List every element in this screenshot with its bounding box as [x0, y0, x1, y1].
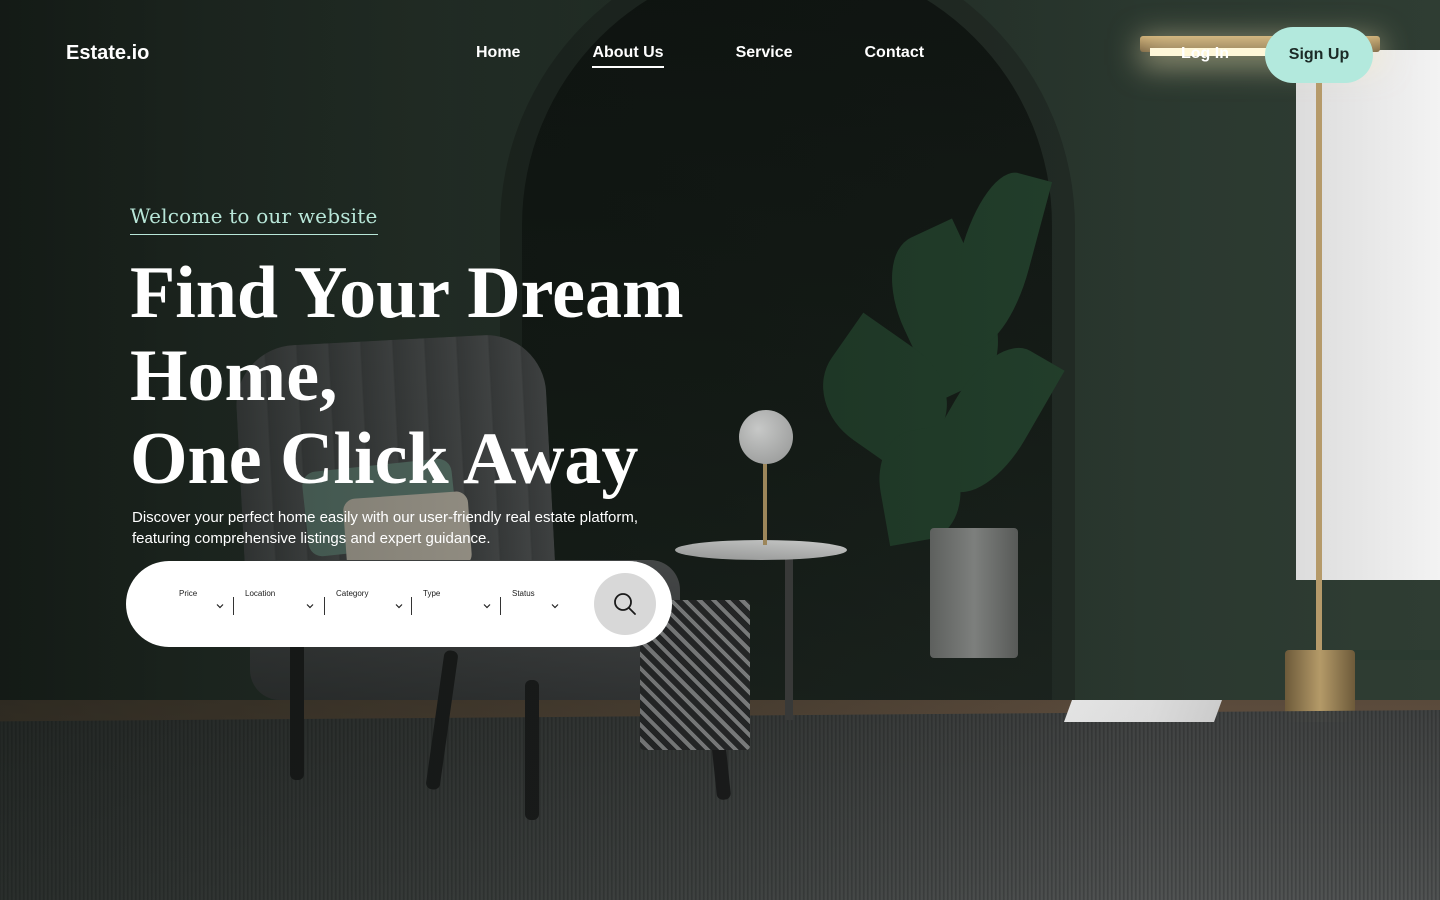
chevron-down-icon	[215, 601, 225, 611]
filter-status[interactable]: Status	[512, 589, 562, 617]
headline-line: One Click Away	[130, 418, 639, 500]
filter-location[interactable]: Location	[245, 589, 317, 617]
headline-line: Find Your Dream	[130, 252, 684, 334]
chevron-down-icon	[394, 601, 404, 611]
filter-divider	[411, 597, 412, 615]
filter-price[interactable]: Price	[179, 589, 225, 617]
site-header: Estate.io Home About Us Service Contact …	[0, 0, 1440, 110]
chevron-down-icon	[550, 601, 560, 611]
filter-type[interactable]: Type	[423, 589, 493, 617]
search-icon	[614, 593, 636, 615]
property-search-bar: Price Location Category Type Status	[126, 561, 672, 647]
hero-subtitle: Discover your perfect home easily with o…	[132, 509, 639, 547]
hero-headline: Find Your Dream Home, One Click Away	[130, 252, 770, 501]
filter-divider	[500, 597, 501, 615]
chevron-down-icon	[482, 601, 492, 611]
welcome-tagline: Welcome to our website	[130, 204, 378, 235]
nav-item-service[interactable]: Service	[736, 44, 793, 68]
search-button[interactable]	[594, 573, 656, 635]
filter-category[interactable]: Category	[336, 589, 406, 617]
filter-label: Type	[423, 589, 441, 598]
filter-divider	[324, 597, 325, 615]
main-nav: Home About Us Service Contact	[476, 44, 996, 68]
nav-item-home[interactable]: Home	[476, 44, 520, 68]
filter-label: Price	[179, 589, 198, 598]
login-link[interactable]: Log In	[1181, 45, 1229, 63]
brand-logo[interactable]: Estate.io	[66, 42, 149, 65]
nav-item-contact[interactable]: Contact	[865, 44, 925, 68]
nav-item-about-us[interactable]: About Us	[592, 44, 664, 68]
headline-line: Home,	[130, 335, 338, 417]
filter-label: Status	[512, 589, 535, 598]
filter-label: Location	[245, 589, 276, 598]
filter-label: Category	[336, 589, 369, 598]
chevron-down-icon	[305, 601, 315, 611]
filter-divider	[233, 597, 234, 615]
signup-button[interactable]: Sign Up	[1265, 27, 1373, 83]
